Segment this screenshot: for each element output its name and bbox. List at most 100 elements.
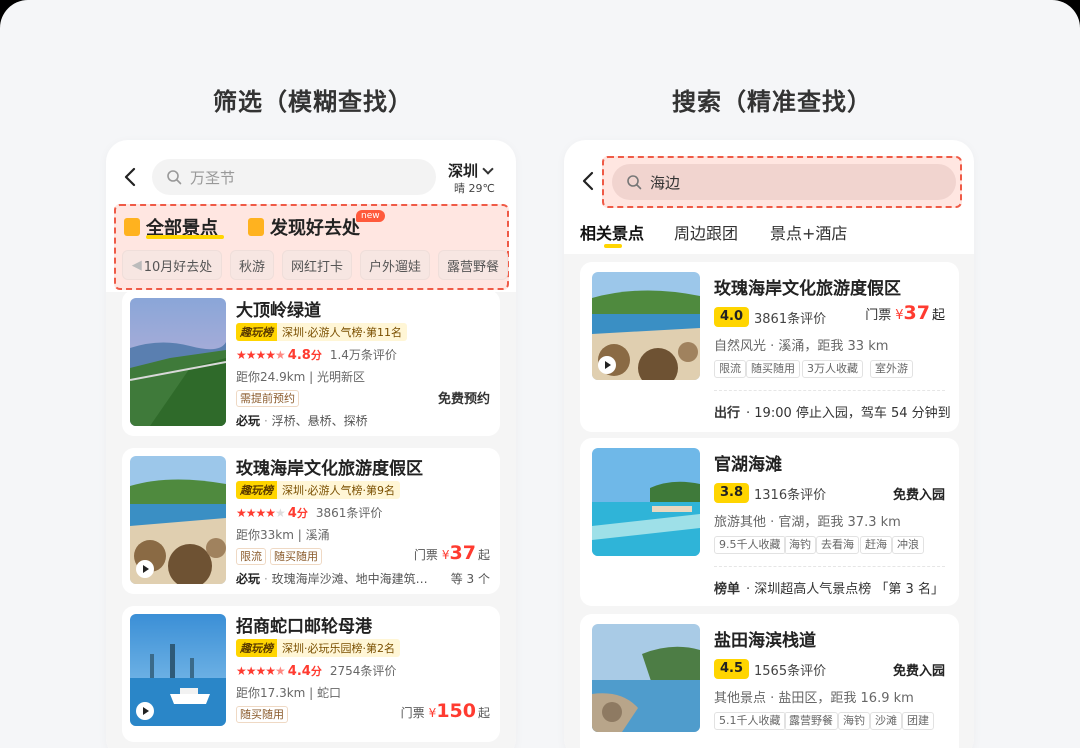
list-item[interactable]: 官湖海滩 3.8 1316条评价 免费入园 旅游其他 · 官湖，距我 37.3 …	[580, 438, 959, 606]
city-selector[interactable]: 深圳	[448, 160, 494, 181]
chip-october[interactable]: ◀ 10月好去处	[122, 250, 222, 280]
score-badge: 3.8	[714, 483, 750, 503]
canvas: 筛选（模糊查找） 搜索（精准查找） 万圣节 深圳 晴 29℃ 全部景点 发现好去…	[0, 0, 1080, 748]
rank-text: 深圳·必游人气榜·第11名	[277, 323, 407, 341]
spot-title: 大顶岭绿道	[236, 301, 321, 321]
search-icon	[167, 170, 182, 185]
review-count: 1316条评价	[754, 488, 827, 503]
review-count: 1.4万条评价	[329, 348, 397, 362]
crown-icon	[124, 218, 140, 236]
score-unit: 分	[310, 348, 322, 362]
tag: 赶海	[860, 536, 892, 554]
chip-camping[interactable]: 露营野餐	[438, 250, 508, 280]
must-play-label: 必玩	[236, 414, 261, 428]
tab-related-spots[interactable]: 相关景点	[580, 220, 644, 244]
area: 光明新区	[317, 370, 366, 384]
search-placeholder: 万圣节	[190, 168, 236, 187]
tag: 需提前预约	[236, 390, 299, 407]
currency: ¥	[441, 548, 450, 562]
divider	[714, 390, 945, 391]
search-phone: 海边 相关景点 周边跟团 景点+酒店 玫瑰海岸文化旅游度假区 4.0 3861条…	[564, 140, 974, 748]
travel-info: 出行 · 19:00 停止入园，驾车 54 分钟到	[714, 402, 951, 421]
right-panel-title: 搜索（精准查找）	[672, 88, 872, 116]
price-suffix: 起	[477, 548, 490, 562]
price-value: 150	[436, 700, 476, 722]
distance-line: 距你33km | 溪涌	[236, 528, 330, 542]
play-icon[interactable]	[598, 356, 616, 374]
review-count: 1565条评价	[754, 664, 827, 679]
chevron-down-icon	[482, 163, 494, 175]
review-count: 2754条评价	[329, 664, 397, 678]
divider	[714, 566, 945, 567]
spot-title: 玫瑰海岸文化旅游度假区	[714, 279, 901, 299]
must-play-more[interactable]: 等 3 个	[451, 570, 490, 587]
distance: 距你24.9km	[236, 370, 306, 384]
spot-title: 盐田海滨栈道	[714, 631, 816, 651]
tag: 海钓	[784, 536, 816, 554]
tab-nearby-tours[interactable]: 周边跟团	[674, 220, 738, 244]
distance-line: 距你24.9km | 光明新区	[236, 370, 366, 384]
left-panel-title: 筛选（模糊查找）	[213, 88, 413, 116]
spot-thumbnail	[130, 614, 226, 726]
price-value: 37	[449, 542, 476, 564]
rank-text: 深圳·必游人气榜·第9名	[277, 481, 400, 499]
tab-discover[interactable]: 发现好去处	[248, 214, 360, 240]
chip-internet-famous[interactable]: 网红打卡	[282, 250, 352, 280]
play-icon[interactable]	[136, 560, 154, 578]
review-count: 3861条评价	[315, 506, 383, 520]
price-label: 门票	[400, 706, 425, 720]
tab-active-indicator	[604, 244, 622, 248]
chip-autumn[interactable]: 秋游	[230, 250, 274, 280]
score: 4.8	[287, 347, 311, 363]
back-icon[interactable]	[120, 166, 142, 188]
tag: 限流	[236, 548, 266, 565]
list-item[interactable]: 玫瑰海岸文化旅游度假区 趣玩榜 深圳·必游人气榜·第9名 ★★★★ ★ 4分 386…	[122, 448, 500, 594]
spot-thumbnail	[130, 298, 226, 426]
rating: ★★★★ ★ 4.8分 1.4万条评价	[236, 346, 397, 363]
spot-title: 招商蛇口邮轮母港	[236, 617, 372, 637]
list-item[interactable]: 大顶岭绿道 趣玩榜 深圳·必游人气榜·第11名 ★★★★ ★ 4.8分 1.4万条评…	[122, 290, 500, 436]
score-unit: 分	[296, 506, 308, 520]
must-play-line: 必玩 · 玫瑰海岸沙滩、地中海建筑…	[236, 572, 428, 586]
price-value: 37	[903, 302, 930, 324]
rank-key: 趣玩榜	[236, 639, 277, 657]
tag: 冲浪	[892, 536, 924, 554]
speaker-icon: ◀	[131, 257, 142, 273]
list-item[interactable]: 招商蛇口邮轮母港 趣玩榜 深圳·必玩乐园榜·第2名 ★★★★ ★ 4.4分 2754…	[122, 606, 500, 742]
info-label: 榜单	[714, 582, 741, 597]
rank-badge: 趣玩榜 深圳·必游人气榜·第11名	[236, 323, 407, 341]
free-entry: 免费入园	[892, 488, 945, 503]
distance-line: 距你17.3km | 蛇口	[236, 686, 342, 700]
score-badge: 4.0	[714, 307, 750, 327]
tab-spot-hotel[interactable]: 景点+酒店	[770, 220, 847, 244]
spot-thumbnail	[592, 624, 700, 732]
rank-key: 趣玩榜	[236, 323, 277, 341]
tag: 5.1千人收藏	[714, 712, 786, 730]
rank-text: 深圳·必玩乐园榜·第2名	[277, 639, 400, 657]
star-icons: ★★★★	[236, 505, 276, 520]
play-icon[interactable]	[136, 702, 154, 720]
tag: 限流	[714, 360, 746, 378]
search-input[interactable]: 万圣节	[152, 159, 436, 195]
area: 蛇口	[317, 686, 342, 700]
half-star-icon: ★	[275, 663, 286, 678]
free-booking: 免费预约	[437, 392, 490, 407]
must-play-label: 必玩	[236, 572, 261, 586]
chip-outdoor-kids[interactable]: 户外遛娃	[360, 250, 430, 280]
search-input[interactable]: 海边	[612, 164, 956, 200]
back-icon[interactable]	[578, 170, 600, 192]
list-item[interactable]: 玫瑰海岸文化旅游度假区 4.0 3861条评价 门票 ¥37 起 自然风光 · 溪涌…	[580, 262, 959, 432]
tag: 随买随用	[236, 706, 288, 723]
score: 4	[287, 505, 297, 521]
spot-meta: 其他景点 · 盐田区，距我 16.9 km	[714, 691, 914, 706]
review-count: 3861条评价	[754, 312, 827, 327]
ticket-price: 门票 ¥37 起	[414, 542, 490, 564]
ticket-price: 门票 ¥37 起	[865, 302, 945, 324]
info-label: 出行	[714, 406, 741, 421]
price-label: 门票	[413, 548, 438, 562]
rating: ★★★★ ★ 4分 3861条评价	[236, 504, 382, 521]
spot-title: 官湖海滩	[714, 455, 782, 475]
spot-thumbnail	[592, 272, 700, 380]
list-item[interactable]: 盐田海滨栈道 4.5 1565条评价 免费入园 其他景点 · 盐田区，距我 16…	[580, 614, 959, 748]
search-icon	[627, 175, 642, 190]
